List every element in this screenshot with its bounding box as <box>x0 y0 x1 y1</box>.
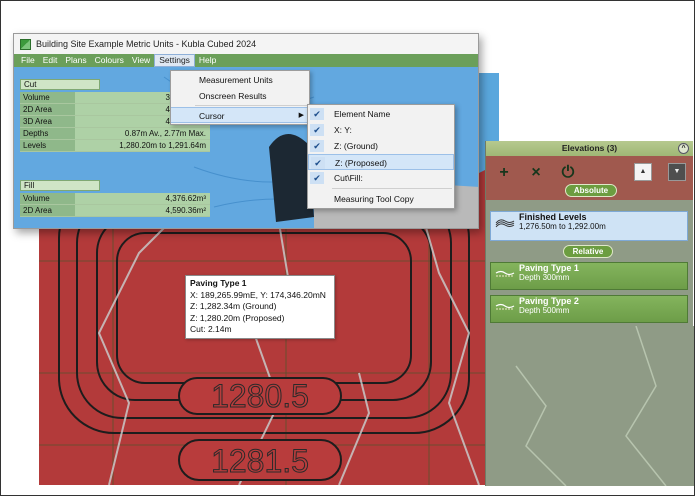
fill-volume-value: 4,376.62m³ <box>75 193 210 204</box>
submenu-item-element-name[interactable]: ✔ Element Name <box>308 106 454 122</box>
power-icon[interactable]: ⏻ <box>558 163 578 183</box>
tooltip-line-cut: Cut: 2.14m <box>190 324 232 334</box>
elevations-header: Elevations (3) ^ <box>486 141 693 156</box>
elevations-toolbar: + × ⏻ ▲ ▼ Absolute <box>486 156 693 200</box>
fill-panel-tab[interactable]: Fill <box>20 180 100 191</box>
elevation-name: Paving Type 1 <box>519 263 579 273</box>
menu-settings[interactable]: Settings <box>154 54 195 67</box>
checkmark-icon: ✔ <box>310 108 324 120</box>
menu-edit[interactable]: Edit <box>39 54 62 67</box>
fill-stats-table: Volume 4,376.62m³ 2D Area 4,590.36m² <box>20 193 210 217</box>
checkmark-icon: ✔ <box>310 172 324 184</box>
elevation-range: 1,276.50m to 1,292.00m <box>519 222 606 231</box>
table-row: 2D Area 4,590.36m² <box>20 205 210 217</box>
app-logo-icon <box>20 38 31 50</box>
paving-layer-icon <box>495 303 515 310</box>
submenu-item-z-proposed[interactable]: ✔ Z: (Proposed) <box>308 154 454 170</box>
submenu-item-label: Element Name <box>334 109 391 119</box>
submenu-item-z-ground[interactable]: ✔ Z: (Ground) <box>308 138 454 154</box>
fill-volume-label: Volume <box>20 193 75 204</box>
submenu-item-label: Z: (Proposed) <box>335 158 387 168</box>
tooltip-line-z-ground: Z: 1,282.34m (Ground) <box>190 301 277 311</box>
tooltip-title: Paving Type 1 <box>190 278 247 288</box>
checkmark-icon: ✔ <box>310 124 324 136</box>
paving-layer-icon <box>495 270 515 277</box>
add-icon[interactable]: + <box>494 163 514 183</box>
move-up-icon[interactable]: ▲ <box>634 163 652 181</box>
menu-item-cursor-label: Cursor <box>199 111 225 121</box>
submenu-item-xy[interactable]: ✔ X: Y: <box>308 122 454 138</box>
submenu-item-label: X: Y: <box>334 125 352 135</box>
menu-help[interactable]: Help <box>195 54 220 67</box>
elevation-item-paving-type-2[interactable]: Paving Type 2 Depth 500mm <box>490 295 688 323</box>
cut-volume-label: Volume <box>20 92 75 103</box>
submenu-item-measuring-tool-copy[interactable]: Measuring Tool Copy <box>308 191 454 207</box>
elevations-panel: Elevations (3) ^ + × ⏻ ▲ ▼ Absolute Fini… <box>485 141 694 486</box>
fill-2d-area-label: 2D Area <box>20 205 75 216</box>
submenu-item-cut-fill[interactable]: ✔ Cut\Fill: <box>308 170 454 186</box>
cursor-submenu: ✔ Element Name ✔ X: Y: ✔ Z: (Ground) ✔ Z… <box>307 104 455 209</box>
menu-bar: File Edit Plans Colours View Settings He… <box>14 54 478 67</box>
elevation-name: Finished Levels <box>519 212 587 222</box>
elevation-name: Paving Type 2 <box>519 296 579 306</box>
surface-layers-icon <box>495 219 515 228</box>
tooltip-line-xy: X: 189,265.99mE, Y: 174,346.20mN <box>190 289 326 300</box>
menu-plans[interactable]: Plans <box>61 54 90 67</box>
absolute-section-label: Absolute <box>565 184 617 197</box>
menu-colours[interactable]: Colours <box>91 54 128 67</box>
table-row: Volume 4,376.62m³ <box>20 193 210 205</box>
cut-3d-area-label: 3D Area <box>20 116 75 127</box>
delete-icon[interactable]: × <box>526 163 546 183</box>
submenu-item-label: Z: (Ground) <box>334 141 378 151</box>
move-down-icon[interactable]: ▼ <box>668 163 686 181</box>
menu-item-cursor[interactable]: Cursor ▶ <box>171 107 309 123</box>
submenu-item-label: Cut\Fill: <box>334 173 363 183</box>
cursor-tooltip: Paving Type 1 X: 189,265.99mE, Y: 174,34… <box>185 275 335 339</box>
elevation-depth: Depth 500mm <box>519 306 570 315</box>
checkmark-icon: ✔ <box>311 157 325 169</box>
elevations-title: Elevations (3) <box>561 143 618 153</box>
contour-label-1281: 1281.5 <box>211 443 309 479</box>
elevation-depth: Depth 300mm <box>519 273 570 282</box>
collapse-icon[interactable]: ^ <box>678 143 689 154</box>
cut-depths-label: Depths <box>20 128 75 139</box>
tooltip-line-z-proposed: Z: 1,280.20m (Proposed) <box>190 312 285 323</box>
menu-separator <box>195 105 307 106</box>
elevation-item-finished-levels[interactable]: Finished Levels 1,276.50m to 1,292.00m <box>490 211 688 241</box>
table-row: Levels 1,280.20m to 1,291.64m <box>20 140 210 152</box>
window-title: Building Site Example Metric Units - Kub… <box>36 39 257 49</box>
menu-file[interactable]: File <box>17 54 39 67</box>
elevation-item-paving-type-1[interactable]: Paving Type 1 Depth 300mm <box>490 262 688 290</box>
screenshot-frame: 1280.5 1281.5 Building Site Example Metr… <box>0 0 695 496</box>
cut-levels-label: Levels <box>20 140 75 151</box>
table-row: Depths 0.87m Av., 2.77m Max. <box>20 128 210 140</box>
settings-dropdown: Measurement Units Onscreen Results Curso… <box>170 70 310 125</box>
cut-depths-value: 0.87m Av., 2.77m Max. <box>75 128 210 139</box>
checkmark-icon: ✔ <box>310 140 324 152</box>
panel-map-background <box>486 326 694 486</box>
cut-2d-area-label: 2D Area <box>20 104 75 115</box>
title-bar: Building Site Example Metric Units - Kub… <box>14 34 478 54</box>
relative-section-label: Relative <box>563 245 613 258</box>
menu-separator <box>332 188 452 189</box>
cut-levels-value: 1,280.20m to 1,291.64m <box>75 140 210 151</box>
menu-item-measurement-units[interactable]: Measurement Units <box>171 72 309 88</box>
fill-2d-area-value: 4,590.36m² <box>75 205 210 216</box>
menu-view[interactable]: View <box>128 54 154 67</box>
contour-label-1280: 1280.5 <box>211 378 309 414</box>
menu-item-onscreen-results[interactable]: Onscreen Results <box>171 88 309 104</box>
chevron-right-icon: ▶ <box>298 112 304 119</box>
cut-panel-tab[interactable]: Cut <box>20 79 100 90</box>
